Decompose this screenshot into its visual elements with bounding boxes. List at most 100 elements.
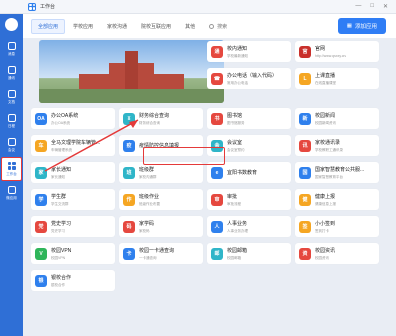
app-description: 家校沟通群 — [139, 174, 157, 179]
app-card[interactable]: V 校园VPN 校园VPN — [31, 243, 115, 264]
app-icon: ☎ — [211, 72, 223, 85]
app-card[interactable]: 党党史学习 党史学习 — [31, 216, 115, 237]
sidebar-item-label: 文档 — [8, 99, 15, 104]
campus-banner-image — [39, 40, 224, 103]
sidebar-item-label: 消息 — [8, 51, 15, 56]
app-description: 一卡通查询 — [139, 255, 157, 260]
app-name: 校园一卡通查询 — [139, 247, 175, 254]
app-description: 人事业务办理 — [227, 228, 248, 233]
contacts-icon — [7, 65, 16, 74]
app-name: 家长通知 — [51, 166, 72, 173]
app-card[interactable]: 人人事业务 人事业务办理 — [207, 216, 291, 237]
app-card[interactable]: 家家长通知 家长通知 — [31, 162, 115, 183]
add-app-button[interactable]: ▦ 添加应用 — [337, 18, 386, 34]
app-description: 会议室预约 — [227, 147, 245, 152]
app-card[interactable]: 讯家校通讯录 学校教职工通讯录 — [295, 135, 379, 156]
sidebar-item-workbench[interactable]: 工作台 — [1, 157, 22, 181]
app-card[interactable]: 学学生群 学生交流群 — [31, 189, 115, 210]
app-description: 学校最新通知 — [227, 53, 248, 58]
app-icon: 银 — [35, 274, 47, 287]
title-bar: 工作台 — □ ✕ — [0, 0, 396, 14]
app-name: 校内通知 — [227, 45, 248, 52]
app-card[interactable]: OA 办公OA系统 办公OA系统 — [31, 108, 115, 129]
app-description: 办公OA系统 — [51, 120, 71, 125]
search-button[interactable]: 搜索 — [209, 23, 227, 30]
app-name: 人事业务 — [227, 220, 248, 227]
add-app-label: 添加应用 — [354, 24, 377, 30]
app-name: 家校通讯录 — [315, 139, 341, 146]
app-card[interactable]: e 宜阳书数教育 — [207, 162, 291, 183]
tab-all-apps[interactable]: 全部应用 — [31, 18, 66, 34]
tab-other[interactable]: 其他 — [179, 20, 201, 33]
app-grid: 通校内通知 学校最新通知官官网 http://www.qsxxy.cn/☎ 办公电话（… — [23, 38, 389, 336]
app-icon: 官 — [299, 45, 311, 58]
sidebar-item-label: 工作台 — [6, 171, 17, 176]
tab-school-apps[interactable]: 学校应用 — [67, 20, 99, 33]
sidebar-item-contacts[interactable]: 通讯 — [0, 61, 23, 85]
app-card[interactable]: 签小小签到 签到打卡 — [295, 216, 379, 237]
app-card[interactable]: 车全马文理学院车辆管... 车辆管理系统 — [31, 135, 115, 156]
app-card[interactable]: 国国家智慧教育公共服... 国家智慧教育平台 — [295, 162, 379, 183]
app-card[interactable]: 班班级群 家校沟通群 — [119, 162, 203, 183]
app-description: 校园VPN — [51, 255, 66, 260]
app-card[interactable]: ¥ 财务综合查询 财务综合查询 — [119, 108, 203, 129]
app-name: 党史学习 — [51, 220, 72, 227]
sidebar-item-meeting[interactable]: 会议 — [0, 133, 23, 157]
avatar[interactable] — [5, 18, 18, 31]
app-description: http://www.qsxxy.cn/ — [315, 54, 347, 58]
app-card[interactable]: 码家学码 家校码 — [119, 216, 203, 237]
window-title: 工作台 — [40, 4, 56, 10]
sidebar-item-label: 会议 — [8, 147, 15, 152]
app-description: 校园邮箱 — [227, 255, 241, 260]
sidebar-item-calendar[interactable]: 日程 — [0, 109, 23, 133]
app-name: 家学码 — [139, 220, 155, 227]
app-name: 图书馆 — [227, 112, 243, 119]
sidebar-item-messages[interactable]: 消息 — [0, 37, 23, 61]
sidebar-item-label: 通讯 — [8, 75, 15, 80]
app-card[interactable]: 作班级作业 班级作业布置 — [119, 189, 203, 210]
app-name: 小小签到 — [315, 220, 336, 227]
app-description: 在线直播课堂 — [315, 80, 336, 85]
maximize-icon[interactable]: □ — [370, 3, 374, 10]
app-icon: 人 — [211, 220, 223, 233]
app-description: 财务综合查询 — [139, 120, 160, 125]
app-card[interactable]: 卡校园一卡通查询 一卡通查询 — [119, 243, 203, 264]
app-description: 审批流程 — [227, 201, 241, 206]
app-card[interactable]: ☎ 办公电话（输入代码） 常用办公电话 — [207, 68, 291, 89]
app-card[interactable]: 官官网 http://www.qsxxy.cn/ — [295, 41, 379, 62]
sidebar-item-docs[interactable]: 文档 — [0, 85, 23, 109]
app-description: 健康信息上报 — [315, 201, 336, 206]
tab-home-school[interactable]: 家校沟通 — [101, 20, 133, 33]
app-description: 党史学习 — [51, 228, 65, 233]
app-name: 财务综合查询 — [139, 112, 170, 119]
app-name: 校园新闻 — [315, 112, 336, 119]
app-icon: 资 — [299, 247, 311, 260]
app-name: 班级作业 — [139, 193, 160, 200]
app-icon: 班 — [123, 166, 135, 179]
app-name: 银校合作 — [51, 274, 72, 281]
app-icon: 学 — [35, 193, 47, 206]
sidebar-item-label: 日程 — [8, 123, 15, 128]
app-card[interactable]: 邮校园邮箱 校园邮箱 — [207, 243, 291, 264]
calendar-icon — [7, 113, 16, 122]
app-card[interactable]: 通校内通知 学校最新通知 — [207, 41, 291, 62]
close-icon[interactable]: ✕ — [383, 3, 388, 10]
app-card[interactable]: 银银校合作 银校合作 — [31, 270, 115, 291]
plus-icon: ▦ — [346, 23, 352, 29]
category-tabs: 全部应用 学校应用 家校沟通 院校互联应用 其他 搜索 ▦ 添加应用 — [23, 14, 396, 38]
app-description: 家校码 — [139, 228, 150, 233]
app-card[interactable]: 健健康上报 健康信息上报 — [295, 189, 379, 210]
minimize-icon[interactable]: — — [355, 3, 361, 10]
app-name: 国家智慧教育公共服... — [315, 166, 365, 173]
app-card[interactable]: L 上课直播 在线直播课堂 — [295, 68, 379, 89]
sidebar-item-label: 微应用 — [6, 195, 17, 200]
app-card[interactable]: 新校园新闻 校园新闻资讯 — [295, 108, 379, 129]
tab-institution-apps[interactable]: 院校互联应用 — [135, 20, 177, 33]
app-card[interactable]: 书图书馆 图书馆服务 — [207, 108, 291, 129]
sidebar-item-miniapps[interactable]: 微应用 — [0, 181, 23, 205]
app-name: 会议室 — [227, 139, 243, 146]
app-card[interactable]: 资校园资讯 校园资讯 — [295, 243, 379, 264]
app-card[interactable]: 审审批 审批流程 — [207, 189, 291, 210]
app-icon: 健 — [299, 193, 311, 206]
app-icon: 家 — [35, 166, 47, 179]
